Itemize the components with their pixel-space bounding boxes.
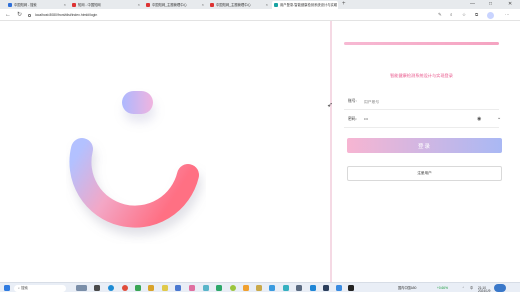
decorative-smile-arc [69,138,199,228]
profile-avatar[interactable] [487,11,494,19]
account-input[interactable] [364,97,474,106]
back-arrow-icon[interactable]: ← [5,11,11,19]
app-icon[interactable] [348,284,354,291]
read-aloud-icon[interactable]: ✎ [438,12,442,18]
tab-favicon-icon [210,3,214,7]
decorative-blob [122,91,153,114]
tab-favicon-icon [8,3,12,7]
app-icon[interactable] [323,284,329,291]
reload-icon[interactable]: ↻ [17,11,22,19]
browser-tab[interactable]: 中国知网_主题管理中心 × [208,1,270,9]
app-icon[interactable] [216,284,222,291]
page-content: ➶ 智能健康检测系统设计与实现登录 账号: 密码: ••• ◉ ⌄ 登录 注册用… [0,21,520,282]
stock-change: +0.66% [437,286,448,290]
app-icon[interactable] [269,284,275,291]
close-tab-icon[interactable]: × [266,1,268,9]
close-tab-icon[interactable]: × [334,1,336,9]
app-icon[interactable] [243,284,249,291]
browser-tab[interactable]: 中国知网 - 搜索 × [6,1,68,9]
date[interactable]: 2024/1/9 [478,287,490,295]
favorite-star-icon[interactable]: ☆ [462,12,466,18]
tab-label: 中国知网 - 搜索 [14,3,37,7]
app-icon[interactable] [148,284,154,291]
more-menu-icon[interactable]: ⋯ [505,12,510,18]
close-window-button[interactable]: ✕ [508,0,512,8]
panel-top-bar [344,42,499,45]
password-label: 密码: [348,117,357,121]
app-icon[interactable] [230,284,236,291]
panel-divider [330,21,332,282]
password-input[interactable]: ••• [364,115,474,124]
tab-favicon-icon [274,3,278,7]
url-text: localhost:8080/front/dist/index.html#/lo… [35,13,98,17]
password-field-row: 密码: ••• ◉ ⌄ [344,112,502,128]
stock-ticker[interactable]: 国内中国A50 [398,284,416,292]
tray-chevron-icon[interactable]: ⌃ [462,284,465,292]
search-label: 搜索 [20,285,28,290]
notification-avatar[interactable] [494,284,506,292]
widgets-icon[interactable] [76,284,87,291]
tab-label: 中国知网_主题管理中心 [152,3,187,7]
new-tab-button[interactable]: + [342,1,346,8]
app-icon[interactable] [256,284,262,291]
start-menu-icon[interactable] [4,284,10,291]
minimize-button[interactable]: — [470,0,475,8]
close-tab-icon[interactable]: × [64,1,66,9]
extensions-icon[interactable]: ⧉ [475,12,478,18]
app-icon[interactable] [283,284,289,291]
app-icon[interactable] [189,284,195,291]
maximize-button[interactable]: □ [489,0,492,8]
input-language[interactable]: 中 [470,284,473,292]
tab-favicon-icon [146,3,150,7]
browser-tab[interactable]: 中国知网_主题管理中心 × [144,1,206,9]
login-title: 智能健康检测系统设计与实现登录 [390,73,453,78]
tab-label: 用户登录-智能健康检测系统设计与实现 [280,3,338,7]
close-tab-icon[interactable]: × [138,1,140,9]
mouse-cursor-icon: ➶ [327,102,333,109]
register-button[interactable]: 注册用户 [347,166,502,181]
browser-tab-bar: 中国知网 - 搜索 × 知网 - 中国知网 × 中国知网_主题管理中心 × 中国… [0,0,520,9]
show-password-eye-icon[interactable]: ◉ [477,116,481,122]
login-panel: 智能健康检测系统设计与实现登录 账号: 密码: ••• ◉ ⌄ 登录 注册用户 [344,42,502,282]
browser-tab[interactable]: 知网 - 中国知网 × [70,1,142,9]
edge-icon[interactable] [108,284,114,291]
address-bar: ← ↻ localhost:8080/front/dist/index.html… [0,9,520,21]
chevron-down-icon: ⌄ [497,115,502,121]
close-tab-icon[interactable]: × [202,1,204,9]
vscode-icon[interactable] [310,284,316,291]
app-icon[interactable] [203,284,209,291]
app-icon[interactable] [162,284,168,291]
browser-tab-active[interactable]: 用户登录-智能健康检测系统设计与实现 × [272,1,338,9]
app-icon[interactable] [336,284,342,291]
taskbar-search-box[interactable]: ⌕ 搜索 [14,284,66,292]
site-info-icon[interactable] [28,13,31,17]
tab-label: 知网 - 中国知网 [78,3,101,7]
tab-favicon-icon [72,3,76,7]
account-label: 账号: [348,99,357,103]
account-field-row: 账号: [344,94,499,110]
chrome-icon[interactable] [122,284,128,291]
url-field[interactable]: localhost:8080/front/dist/index.html#/lo… [28,11,428,19]
app-icon[interactable] [135,284,141,291]
task-view-icon[interactable] [94,284,100,291]
app-icon[interactable] [296,284,302,291]
zoom-icon[interactable]: ⌕ [450,12,453,18]
app-icon[interactable] [175,284,181,291]
windows-taskbar: ⌕ 搜索 国内中国A50 +0.66% ⌃ 中 21:10 2024/1/9 [0,282,520,295]
login-button[interactable]: 登录 [347,138,502,153]
tab-label: 中国知网_主题管理中心 [216,3,251,7]
